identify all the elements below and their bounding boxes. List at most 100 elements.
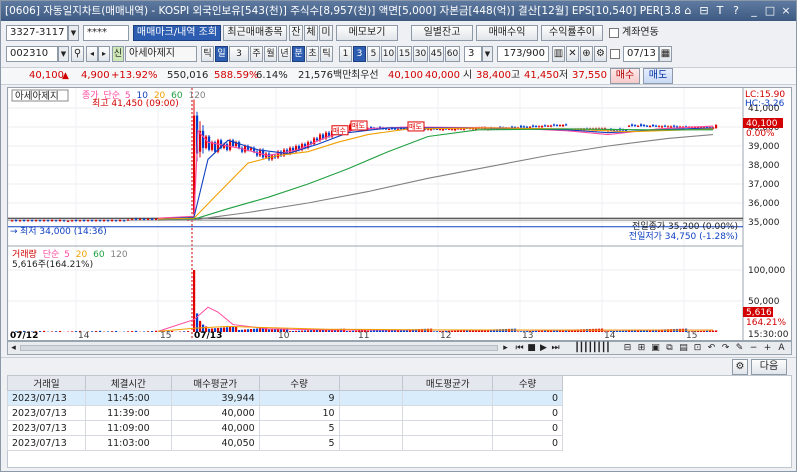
col-buy-avg[interactable]: 매수평균가 [170,375,260,391]
balance-button[interactable]: 잔 [289,25,303,41]
stock-code-field[interactable]: 002310 [6,46,58,62]
compare-icon[interactable]: ⧉ [664,342,675,354]
scroll-left-icon[interactable]: ◂ [8,342,19,354]
chart-panel[interactable]: 매수매도매도→ 41,00040,00039,00038,00037,00036… [7,87,792,341]
zoom-slider[interactable]: ┃┃┃┃┃┃┃┃ [564,342,620,354]
next-stock-icon[interactable]: ▸ [98,46,110,62]
search-icon[interactable]: ⚲ [71,46,84,62]
scroll-right-icon[interactable]: ▸ [500,342,511,354]
high-note: 최고 41,450 (09:00) [92,98,179,109]
date-field[interactable]: 07/13 [623,46,659,62]
account-dropdown-icon[interactable]: ▼ [68,25,79,41]
stop-icon[interactable]: ■ [526,342,537,354]
fit-icon[interactable]: ⊡ [692,342,703,354]
help-icon[interactable]: ? [729,1,743,21]
sell-button[interactable]: 매도 [643,68,673,84]
col-sell-qty[interactable]: 수량 [492,375,563,391]
minute-60-button[interactable]: 60 [445,46,460,62]
stock-info-icon[interactable]: 신 [112,46,124,62]
candle-body [139,219,142,221]
minute-45-button[interactable]: 45 [429,46,444,62]
account-number-field[interactable]: 3327-3117 [6,25,68,41]
candle-body [143,218,146,220]
period-second-button[interactable]: 초 [306,46,319,62]
view-icon[interactable]: ▣ [650,342,661,354]
password-field[interactable]: **** [83,25,129,41]
col-buy-qty[interactable]: 수량 [258,375,340,391]
minimize-icon[interactable]: _ [747,1,761,21]
close-icon[interactable]: × [779,1,793,21]
chart-type-icon[interactable]: ▥ [552,46,565,62]
col-exec-time[interactable]: 체결시간 [84,375,172,391]
table-cell [402,390,494,406]
memo-button[interactable]: 메모보기 [336,25,398,41]
account-sync-checkbox[interactable] [609,28,619,38]
minute-1-button[interactable]: 1 [339,46,352,62]
period-year-button[interactable]: 년 [278,46,291,62]
draw-icon[interactable]: ✎ [734,342,745,354]
save-icon[interactable]: ▤ [678,342,689,354]
col-sell-avg[interactable]: 매도평균가 [402,375,494,391]
daily-balance-button[interactable]: 일별잔고 [411,25,473,41]
period-month-button[interactable]: 월 [264,46,277,62]
settings-icon[interactable]: ⚙ [594,46,607,62]
candle-body [565,124,568,126]
table-row[interactable]: 2023/07/13 11:45:00 39,944 9 0 [7,390,563,406]
volume-bar [715,330,718,332]
minute-30-button[interactable]: 30 [413,46,428,62]
layout-icon[interactable]: ⊟ [697,1,711,21]
minute-3-button[interactable]: 3 [353,46,366,62]
maximize-icon[interactable]: □ [763,1,777,21]
increase-icon[interactable]: + [762,342,773,354]
trade-profit-button[interactable]: 매매수익 [476,25,538,41]
period-tick-button[interactable]: 틱 [201,46,214,62]
play-icon[interactable]: ▶ [538,342,549,354]
prev-stock-icon[interactable]: ◂ [86,46,98,62]
stock-code-dropdown-icon[interactable]: ▼ [58,46,69,62]
minute-15-button[interactable]: 15 [397,46,412,62]
period-n-field[interactable]: 3 [229,46,249,62]
candle-body [115,220,118,222]
return-trend-button[interactable]: 수익률추이 [541,25,603,41]
text-size-icon[interactable]: A [776,342,787,354]
candle-body [155,218,158,220]
minute-10-button[interactable]: 10 [381,46,396,62]
crosshair-icon[interactable]: ✕ [566,46,579,62]
vol-legend-simple: 단순 [43,249,60,260]
filled-button[interactable]: 체 [304,25,318,41]
table-row[interactable]: 2023/07/13 11:09:00 40,000 5 0 [7,420,563,436]
buy-button[interactable]: 매수 [610,68,640,84]
table-settings-icon[interactable]: ⚙ [732,359,748,375]
trade-mark-query-button[interactable]: 매매마크/내역 조회 [133,25,221,41]
last-icon[interactable]: ⏭ [550,342,561,354]
candle-body [442,128,445,131]
period-week-button[interactable]: 주 [250,46,263,62]
unfilled-button[interactable]: 미 [319,25,333,41]
table-row[interactable]: 2023/07/13 11:03:00 40,050 5 0 [7,435,563,451]
home-icon[interactable]: ⌂ [681,1,695,21]
price-volume-chart[interactable]: 매수매도매도→ 41,00040,00039,00038,00037,00036… [8,88,791,340]
period-day-button[interactable]: 일 [215,46,228,62]
custom-minute-dropdown-icon[interactable]: ▼ [482,46,493,62]
recent-trades-button[interactable]: 최근매매종목 [223,25,287,41]
period-tick2-button[interactable]: 틱 [320,46,333,62]
decrease-icon[interactable]: − [748,342,759,354]
calendar-icon[interactable]: ▦ [659,46,672,62]
redo-icon[interactable]: ↷ [720,342,731,354]
x-tick-label: 07/12 [10,331,38,340]
col-trade-date[interactable]: 거래일 [7,375,86,391]
first-icon[interactable]: ⏮ [514,342,525,354]
zoom-icon[interactable]: ⊕ [580,46,593,62]
date-checkbox[interactable] [610,49,620,59]
table-row[interactable]: 2023/07/13 11:39:00 40,000 10 0 [7,405,563,421]
data-count-field[interactable]: 173/900 [497,46,549,62]
minute-5-button[interactable]: 5 [367,46,380,62]
undo-icon[interactable]: ↶ [706,342,717,354]
zoom-out-icon[interactable]: ⊟ [622,342,633,354]
zoom-in-icon[interactable]: ⊞ [636,342,647,354]
chart-scrollbar[interactable] [20,345,498,351]
period-minute-button[interactable]: 분 [292,46,305,62]
font-icon[interactable]: T [713,1,727,21]
next-page-button[interactable]: 다음 [751,359,787,375]
custom-minute-field[interactable]: 3 [464,46,482,62]
